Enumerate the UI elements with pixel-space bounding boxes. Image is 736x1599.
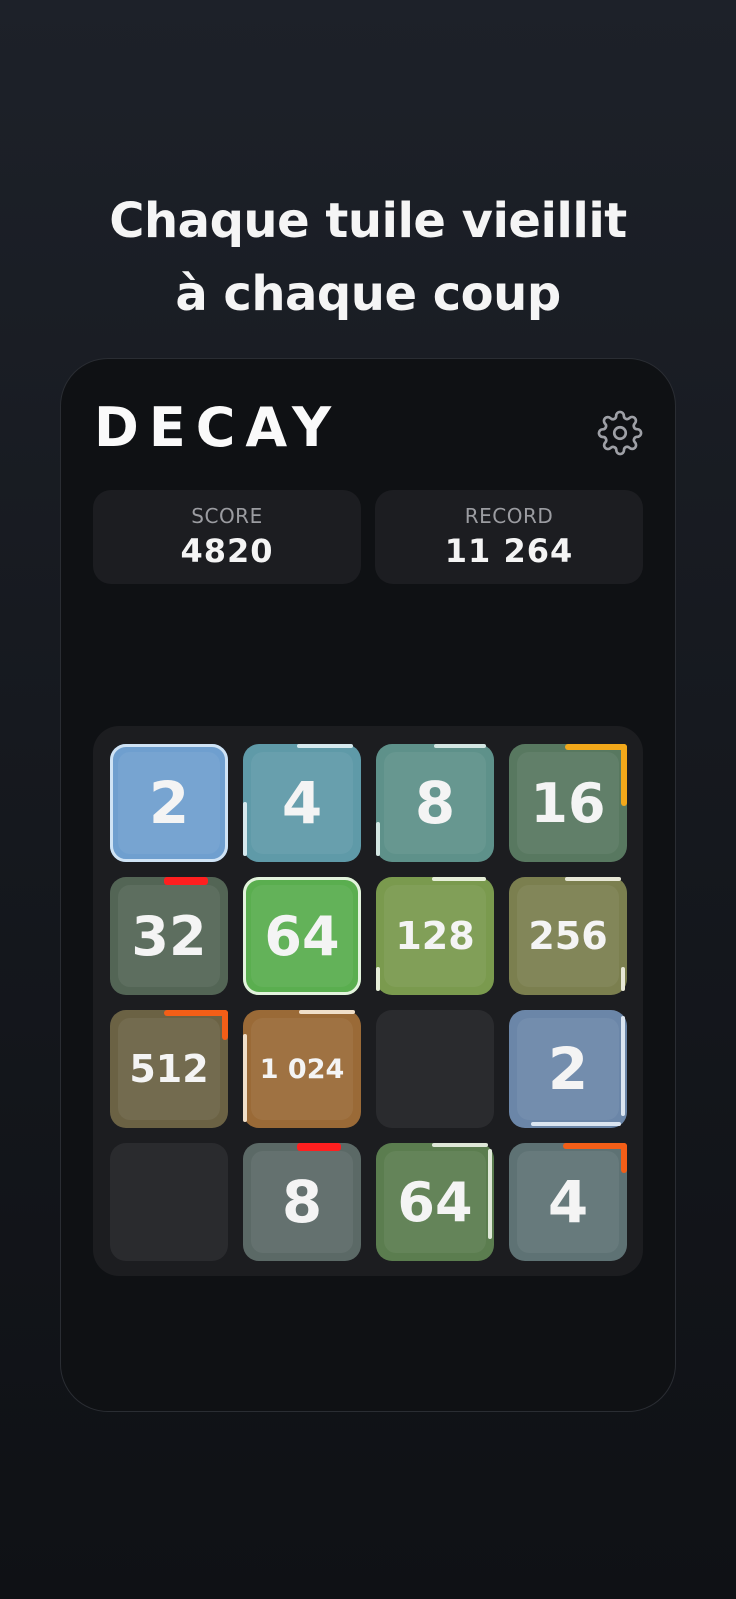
tile: 4	[243, 744, 361, 862]
tile-age-indicator	[297, 744, 353, 748]
tile-age-indicator	[110, 744, 228, 862]
headline-line-2: à chaque coup	[175, 266, 561, 322]
tile-age-indicator	[243, 802, 247, 856]
tile-age-indicator	[164, 1010, 228, 1016]
headline-line-1: Chaque tuile vieillit	[109, 193, 627, 249]
tile: 1 024	[243, 1010, 361, 1128]
score-value: 4820	[180, 532, 274, 570]
tile-age-indicator	[621, 1143, 627, 1173]
tile-age-indicator	[222, 1010, 228, 1040]
tile: 32	[110, 877, 228, 995]
tile-age-indicator	[531, 1122, 621, 1126]
tile-age-indicator	[565, 744, 627, 750]
record-panel: RECORD 11 264	[375, 490, 643, 584]
tile-age-indicator	[621, 967, 625, 991]
tile-value: 4	[547, 1168, 589, 1236]
record-value: 11 264	[444, 532, 574, 570]
record-label: RECORD	[464, 504, 554, 528]
tile: 256	[509, 877, 627, 995]
gear-icon[interactable]	[597, 410, 643, 456]
tile-value: 32	[131, 904, 207, 968]
tile-age-indicator	[432, 1143, 488, 1147]
tile-value: 64	[397, 1170, 473, 1234]
empty-cell	[110, 1143, 228, 1261]
tile-value: 8	[281, 1168, 323, 1236]
tile: 128	[376, 877, 494, 995]
tile-age-indicator	[432, 877, 486, 881]
tile-age-indicator	[164, 877, 208, 885]
tile-age-indicator	[243, 1034, 247, 1122]
tile-value: 1 024	[259, 1053, 345, 1085]
tile-age-indicator	[376, 822, 380, 856]
tile-age-indicator	[621, 744, 627, 806]
tile: 512	[110, 1010, 228, 1128]
tile: 2	[509, 1010, 627, 1128]
score-label: SCORE	[191, 504, 263, 528]
empty-cell	[376, 1010, 494, 1128]
tile-age-indicator	[243, 877, 361, 995]
tile-value: 4	[281, 769, 323, 837]
tile: 64	[376, 1143, 494, 1261]
tile-value: 512	[129, 1047, 209, 1091]
tile-value: 256	[528, 914, 608, 958]
tile-age-indicator	[297, 1143, 341, 1151]
tile-value: 2	[547, 1035, 589, 1103]
tile-age-indicator	[621, 1016, 625, 1116]
tile-age-indicator	[565, 877, 621, 881]
tile-age-indicator	[563, 1143, 627, 1149]
tile-age-indicator	[376, 967, 380, 991]
tile-value: 128	[395, 914, 475, 958]
tile: 8	[376, 744, 494, 862]
tile: 64	[243, 877, 361, 995]
tile-age-indicator	[299, 1010, 355, 1014]
tile: 2	[110, 744, 228, 862]
tile: 8	[243, 1143, 361, 1261]
tile-value: 16	[530, 771, 606, 835]
tile-age-indicator	[488, 1149, 492, 1239]
tile: 16	[509, 744, 627, 862]
tile-age-indicator	[434, 744, 486, 748]
headline: Chaque tuile vieillit à chaque coup	[0, 185, 736, 331]
tile-value: 8	[414, 769, 456, 837]
score-panel: SCORE 4820	[93, 490, 361, 584]
tile: 4	[509, 1143, 627, 1261]
app-title: DECAY	[94, 396, 342, 459]
